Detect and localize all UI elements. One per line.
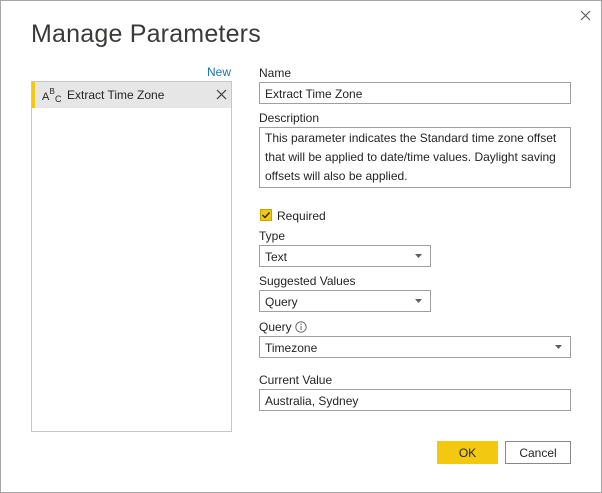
ok-button[interactable]: OK: [437, 441, 498, 464]
svg-text:C: C: [55, 94, 62, 104]
description-field[interactable]: This parameter indicates the Standard ti…: [259, 127, 571, 188]
remove-parameter-button[interactable]: [215, 88, 228, 101]
cancel-button[interactable]: Cancel: [505, 441, 571, 464]
close-button[interactable]: [575, 5, 595, 25]
new-parameter-link[interactable]: New: [207, 65, 231, 79]
suggested-values-select-value: Query: [265, 295, 298, 309]
name-field[interactable]: Extract Time Zone: [259, 82, 571, 104]
required-label: Required: [277, 209, 326, 223]
name-label: Name: [259, 66, 292, 80]
chevron-down-icon: [415, 299, 422, 303]
suggested-values-label: Suggested Values: [259, 274, 356, 288]
parameter-list-item-label: Extract Time Zone: [67, 88, 165, 102]
current-value-field[interactable]: Australia, Sydney: [259, 389, 571, 411]
chevron-down-icon: [415, 254, 422, 258]
current-value-field-value: Australia, Sydney: [265, 394, 359, 408]
dialog-title: Manage Parameters: [31, 20, 261, 48]
parameter-list-item[interactable]: A B C Extract Time Zone: [32, 82, 231, 108]
text-type-icon: A B C: [42, 87, 62, 104]
name-field-value: Extract Time Zone: [265, 87, 363, 101]
required-checkbox[interactable]: [260, 209, 272, 221]
info-icon[interactable]: [295, 321, 307, 333]
type-select-value: Text: [265, 250, 288, 264]
description-label: Description: [259, 111, 320, 125]
manage-parameters-dialog: Manage Parameters New A B C Extract Time…: [0, 0, 602, 493]
type-label: Type: [259, 229, 286, 243]
close-icon: [580, 10, 590, 20]
chevron-down-icon: [555, 345, 562, 349]
suggested-values-select[interactable]: Query: [259, 290, 431, 312]
type-select[interactable]: Text: [259, 245, 431, 267]
description-field-value: This parameter indicates the Standard ti…: [265, 131, 557, 183]
query-select[interactable]: Timezone: [259, 336, 571, 358]
parameter-list: A B C Extract Time Zone: [31, 81, 232, 432]
current-value-label: Current Value: [259, 373, 333, 387]
query-select-value: Timezone: [265, 341, 318, 355]
remove-icon: [216, 89, 227, 100]
checkmark-icon: [262, 212, 271, 219]
query-label: Query: [259, 320, 292, 334]
